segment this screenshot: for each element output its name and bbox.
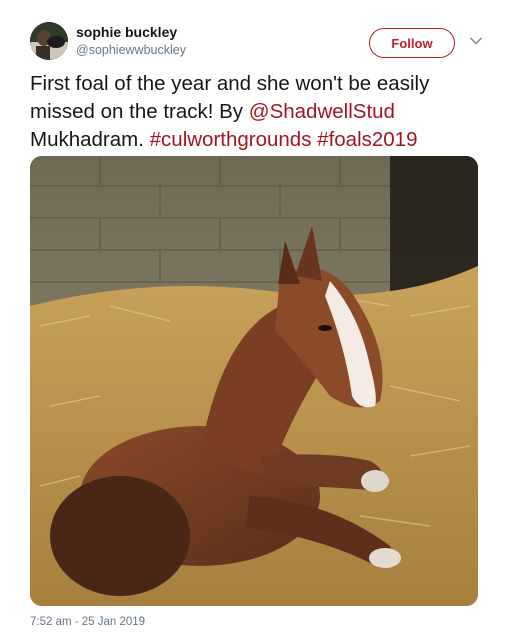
display-name[interactable]: sophie buckley bbox=[76, 24, 186, 41]
hashtag-link[interactable]: #culworthgrounds bbox=[150, 128, 312, 151]
tweet-header: sophie buckley @sophiewwbuckley Follow bbox=[30, 22, 490, 62]
foal-photo bbox=[30, 156, 478, 606]
tweet-card: sophie buckley @sophiewwbuckley Follow F… bbox=[0, 0, 506, 641]
avatar-image bbox=[30, 22, 68, 60]
tweet-timestamp[interactable]: 7:52 am - 25 Jan 2019 bbox=[30, 616, 145, 628]
follow-button[interactable]: Follow bbox=[369, 28, 455, 58]
user-names: sophie buckley @sophiewwbuckley bbox=[76, 24, 186, 59]
tweet-text-part: Mukhadram. bbox=[30, 128, 150, 151]
tweet-photo[interactable] bbox=[30, 156, 478, 606]
chevron-down-icon[interactable] bbox=[468, 33, 484, 49]
user-handle[interactable]: @sophiewwbuckley bbox=[76, 42, 186, 59]
tweet-text: First foal of the year and she won't be … bbox=[30, 70, 485, 154]
user-avatar[interactable] bbox=[30, 22, 68, 60]
hashtag-link[interactable]: #foals2019 bbox=[317, 128, 417, 151]
mention-link[interactable]: @ShadwellStud bbox=[249, 100, 395, 123]
